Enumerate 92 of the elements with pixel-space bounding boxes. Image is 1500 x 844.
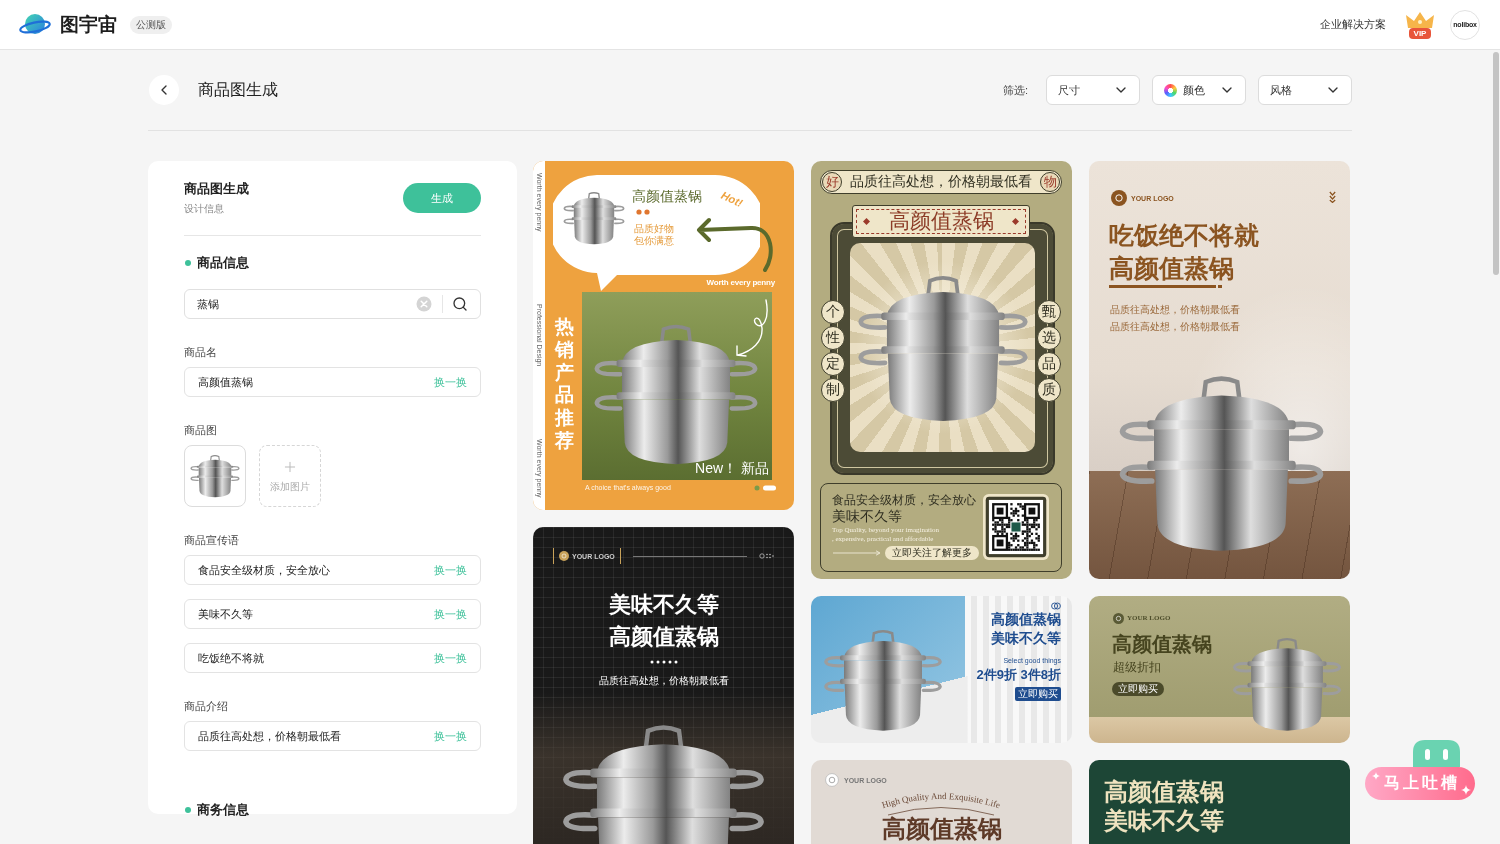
qr-code-icon [983,494,1049,560]
headline-text: 美味不久等 [1104,807,1224,836]
circle-badge: 定 [821,352,845,376]
logo-icon [1111,190,1127,206]
chevron-icon [1329,191,1336,203]
poster-title: 高颜值蒸锅 [888,209,994,234]
info-text: 食品安全级材质，安全放心 [832,492,977,508]
poster-title: 高颜值蒸锅 [632,188,702,205]
diamond-icon [1012,218,1019,225]
follow-button: 立即关注了解更多 [885,546,979,560]
hot-text: Hot! [719,188,745,210]
template-card[interactable]: 高颜值蒸锅 美味不久等 [1089,760,1350,844]
text-field[interactable]: 吃饭绝不将就 换一换 [184,643,481,673]
steamer-pot-drawing [190,454,240,498]
logo-icon [559,551,569,561]
filter-dropdown[interactable]: 颜色 [1152,75,1246,105]
section-title: 商务信息 [197,801,249,819]
text-field[interactable]: 品质往高处想，价格朝最低看 换一换 [184,721,481,751]
filter-dropdown[interactable]: 尺寸 [1046,75,1140,105]
headline-text: 美味不久等 [991,629,1061,648]
beta-badge: 公测版 [130,15,172,34]
circle-badge: 选 [1037,326,1061,350]
product-thumbnail[interactable] [184,445,246,507]
buy-button: 立即购买 [1015,687,1061,701]
circle-badge: 甄 [1037,300,1061,324]
banner-text: 品质往高处想，价格朝最低看 [850,173,1032,191]
filter-dropdown[interactable]: 风格 [1258,75,1352,105]
logo-icon [1113,613,1124,624]
color-wheel-icon [1164,83,1177,97]
enterprise-link[interactable]: 企业解决方案 [1320,17,1386,32]
text-field[interactable]: 美味不久等 换一换 [184,599,481,629]
seal-badge: 物 [1040,172,1060,192]
vip-label: VIP [1409,27,1431,39]
scrollbar-thumb[interactable] [1493,52,1499,275]
slogan-text: Worth every penny [706,278,775,288]
pager-dots-icon [754,485,776,491]
crown-icon [1405,10,1435,29]
headline-text: 吃饭绝不将就 [1109,220,1259,251]
circle-badge: 质 [1037,378,1061,402]
new-label: New！ 新品 [695,460,769,477]
logo-icon [825,773,839,787]
rings-icon [1051,602,1061,610]
sparkle-icon [1461,785,1471,795]
arrow-icon [832,550,882,556]
tagline-text: 品质好物 [634,223,674,235]
text-field[interactable]: 食品安全级材质，安全放心 换一换 [184,555,481,585]
sparkle-icon [1372,772,1380,780]
subtitle-text: 超级折扣 [1113,659,1161,675]
dots-icon [636,209,650,215]
filter-label: 筛选: [1002,82,1028,98]
arc-text: High Quality And Exquisite Life [880,791,1002,811]
field-label: 商品介绍 [184,699,229,714]
headline-text: 高颜值蒸锅 [991,610,1061,629]
circle-badge: 制 [821,378,845,402]
headline-text: 高颜值蒸锅 [1109,253,1235,284]
poster-title: 高颜值蒸锅 [1112,632,1212,656]
diamond-icon [863,218,870,225]
section-dot-icon [185,260,191,266]
headline-text: 高颜值蒸锅 [1104,778,1224,807]
search-icon[interactable] [452,296,468,312]
steamer-pot-drawing [563,191,625,245]
subtitle-text: 品质往高处想，价格朝最低看 [597,674,730,688]
panel-title: 商品图生成 [184,180,249,197]
dots-icon [759,553,775,559]
circle-badge: 品 [1037,352,1061,376]
buy-button: 立即购买 [1112,682,1164,696]
vip-badge[interactable]: VIP [1405,10,1435,39]
info-text: 美味不久等 [832,508,903,526]
section-dot-icon [185,807,191,813]
logo-text: 图宇宙 [60,12,117,37]
body-text: 品质往高处想，价格朝最低看 [1110,303,1240,317]
search-field[interactable]: 蒸锅 [184,289,481,319]
panel-subtitle: 设计信息 [184,202,225,216]
circle-badge: 性 [821,326,845,350]
poster-title: 高颜值蒸锅 [880,816,1003,842]
body-text: 品质往高处想，价格朝最低看 [1110,320,1240,334]
circle-badge: 个 [821,300,845,324]
section-title: 商品信息 [197,254,249,272]
headline-text: 美味不久等 [608,591,719,619]
offer-text: 2件9折 3件8折 [976,667,1061,683]
text-field[interactable]: 高颜值蒸锅 换一换 [184,367,481,397]
vertical-title: 热销产品推荐 [555,316,574,453]
mascot-icon [1413,740,1460,767]
field-label: 商品宣传语 [184,533,240,548]
page-title: 商品图生成 [198,79,278,100]
tagline-text: 包你满意 [634,235,674,247]
back-button[interactable] [149,75,179,105]
headline-text: 高颜值蒸锅 [608,623,719,651]
field-label: 商品图 [184,423,218,438]
seal-badge: 好 [822,172,842,192]
dots-icon [649,660,679,664]
field-label: 商品名 [184,345,218,360]
